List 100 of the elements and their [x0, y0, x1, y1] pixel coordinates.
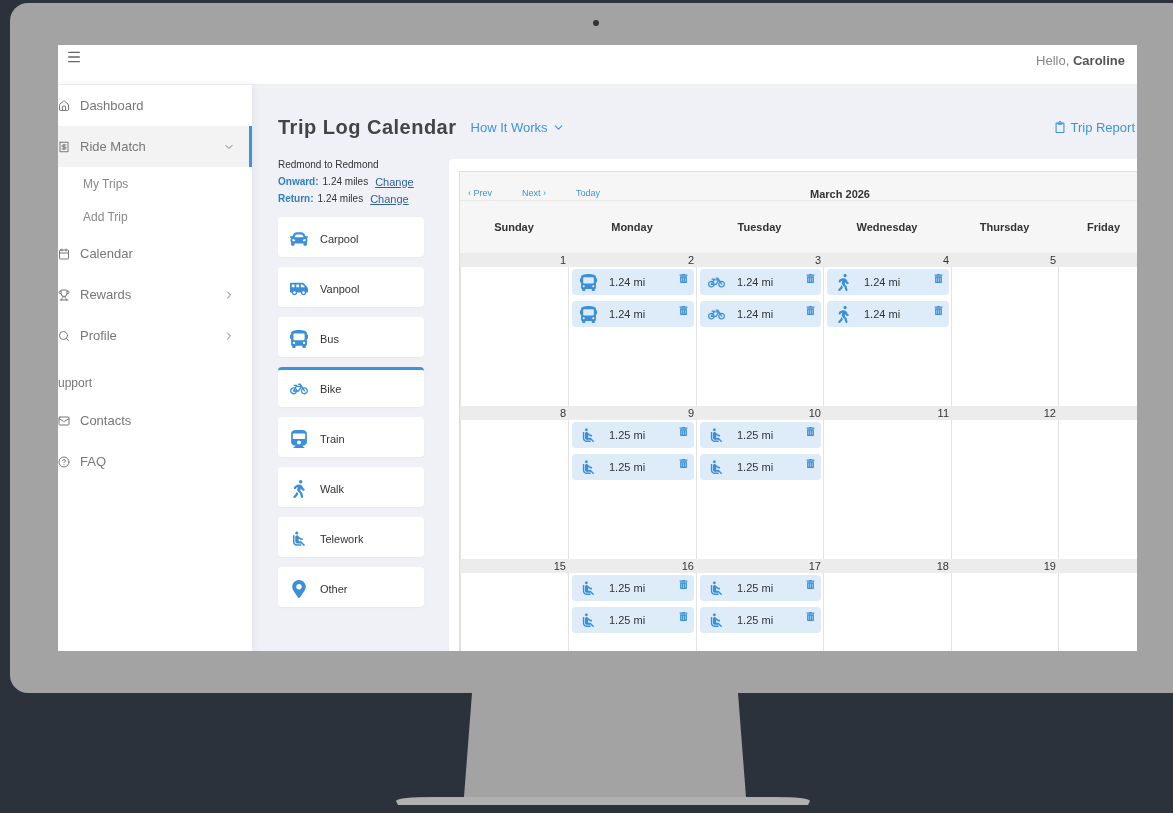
route-name: Redmond to Redmond: [278, 159, 380, 171]
mail-icon: [58, 414, 70, 427]
weekday-header: Sunday: [493, 221, 535, 234]
menu-button[interactable]: [66, 49, 82, 65]
trash-icon[interactable]: [679, 612, 688, 622]
trip-entry[interactable]: 1.25 mi: [572, 454, 694, 481]
location-pin-icon: [290, 579, 308, 598]
trip-entry[interactable]: 1.24 mi: [572, 301, 694, 328]
mode-card[interactable]: Other: [278, 567, 424, 608]
home-icon: [58, 99, 70, 112]
trip-entry[interactable]: 1.24 mi: [700, 301, 821, 328]
greeting: Hello, Caroline: [1036, 53, 1125, 68]
seated-person-icon: [708, 611, 725, 629]
day-number: 4: [823, 253, 951, 268]
leg-distance: 1.24 miles: [317, 193, 364, 205]
seated-person-icon: [580, 426, 597, 444]
seated-person-icon: [708, 458, 725, 476]
seated-person-icon: [580, 579, 597, 597]
mode-card[interactable]: Bus: [278, 317, 424, 358]
clipboard-icon: [1054, 121, 1067, 134]
trash-icon[interactable]: [806, 580, 815, 590]
day-number: 12: [951, 406, 1058, 421]
trip-entry[interactable]: 1.25 mi: [700, 607, 821, 634]
trash-icon[interactable]: [934, 274, 943, 284]
day-number: 3: [696, 253, 823, 268]
trash-icon[interactable]: [806, 427, 815, 437]
trash-icon[interactable]: [679, 459, 688, 469]
trash-icon[interactable]: [679, 274, 688, 284]
day-cell[interactable]: 1.25 mi 1.25 mi: [568, 420, 696, 560]
leg-label: Onward:: [278, 176, 319, 188]
day-number: 2: [568, 253, 696, 268]
trash-icon[interactable]: [679, 306, 688, 316]
trip-entry[interactable]: 1.25 mi: [700, 575, 821, 602]
seated-person-icon: [580, 458, 597, 476]
page-title: Trip Log Calendar: [278, 115, 457, 139]
day-number: 19: [951, 559, 1058, 574]
weekday-header: Thursday: [978, 221, 1031, 234]
day-number: 5: [951, 253, 1058, 268]
trip-entry[interactable]: 1.24 mi: [572, 269, 694, 296]
train-icon: [290, 429, 308, 448]
receipt-icon: [58, 140, 70, 153]
trip-entry[interactable]: 1.25 mi: [572, 607, 694, 634]
trip-entry[interactable]: 1.25 mi: [700, 422, 821, 449]
sidebar-item[interactable]: Dashboard: [58, 85, 252, 126]
sidebar-item[interactable]: Contacts: [58, 400, 252, 441]
weekday-header: Friday: [1086, 221, 1121, 234]
sidebar-item[interactable]: Ride Match: [58, 126, 252, 167]
sidebar-item[interactable]: Calendar: [58, 233, 252, 274]
trip-entry[interactable]: 1.24 mi: [827, 301, 949, 328]
leg-distance: 1.24 miles: [322, 176, 369, 188]
sidebar-item[interactable]: Rewards: [58, 274, 252, 315]
leg-label: Return:: [278, 193, 314, 205]
trip-entry[interactable]: 1.25 mi: [700, 454, 821, 481]
day-number: 15: [460, 559, 568, 574]
trash-icon[interactable]: [806, 459, 815, 469]
sidebar-item[interactable]: FAQ: [58, 441, 252, 482]
walking-person-icon: [835, 273, 852, 291]
day-number: 1: [460, 253, 568, 268]
trash-icon[interactable]: [806, 274, 815, 284]
trip-entry[interactable]: 1.25 mi: [572, 575, 694, 602]
day-cell[interactable]: 1.24 mi 1.24 mi: [696, 267, 823, 407]
trip-entry[interactable]: 1.24 mi: [700, 269, 821, 296]
weekday-header: Wednesday: [855, 221, 919, 234]
trash-icon[interactable]: [806, 612, 815, 622]
day-number: 8: [460, 406, 568, 421]
weekday-header: Monday: [610, 221, 654, 234]
day-number: 17: [696, 559, 823, 574]
change-link[interactable]: Change: [375, 175, 414, 188]
trip-entry[interactable]: 1.24 mi: [827, 269, 949, 296]
sidebar-subitem[interactable]: Add Trip: [58, 200, 252, 233]
day-number: 10: [696, 406, 823, 421]
help-icon: [58, 455, 70, 468]
mode-card[interactable]: Telework: [278, 517, 424, 558]
change-link[interactable]: Change: [370, 192, 409, 205]
mode-card[interactable]: Carpool: [278, 217, 424, 258]
mode-card[interactable]: Walk: [278, 467, 424, 508]
mode-card[interactable]: Bike: [278, 367, 424, 408]
section-heading: upport: [58, 375, 94, 392]
sidebar-subitem[interactable]: My Trips: [58, 167, 252, 200]
day-number: 16: [568, 559, 696, 574]
mode-card[interactable]: Train: [278, 417, 424, 458]
day-cell[interactable]: 1.25 mi 1.25 mi: [696, 420, 823, 560]
seated-person-icon: [708, 579, 725, 597]
weekday-header: Tuesday: [736, 221, 783, 234]
day-cell[interactable]: 1.24 mi 1.24 mi: [568, 267, 696, 407]
sidebar-item[interactable]: Profile: [58, 315, 252, 356]
day-number: 18: [823, 559, 951, 574]
calendar-icon: [58, 247, 70, 260]
day-cell[interactable]: 1.24 mi 1.24 mi: [823, 267, 951, 407]
trash-icon[interactable]: [679, 580, 688, 590]
trash-icon[interactable]: [806, 306, 815, 316]
bus-icon: [580, 305, 597, 323]
mode-card[interactable]: Vanpool: [278, 267, 424, 308]
trophy-icon: [58, 288, 70, 301]
seated-person-icon: [290, 529, 308, 548]
bus-icon: [580, 273, 597, 291]
trash-icon[interactable]: [934, 306, 943, 316]
trip-entry[interactable]: 1.25 mi: [572, 422, 694, 449]
trash-icon[interactable]: [679, 427, 688, 437]
car-icon: [290, 229, 308, 248]
